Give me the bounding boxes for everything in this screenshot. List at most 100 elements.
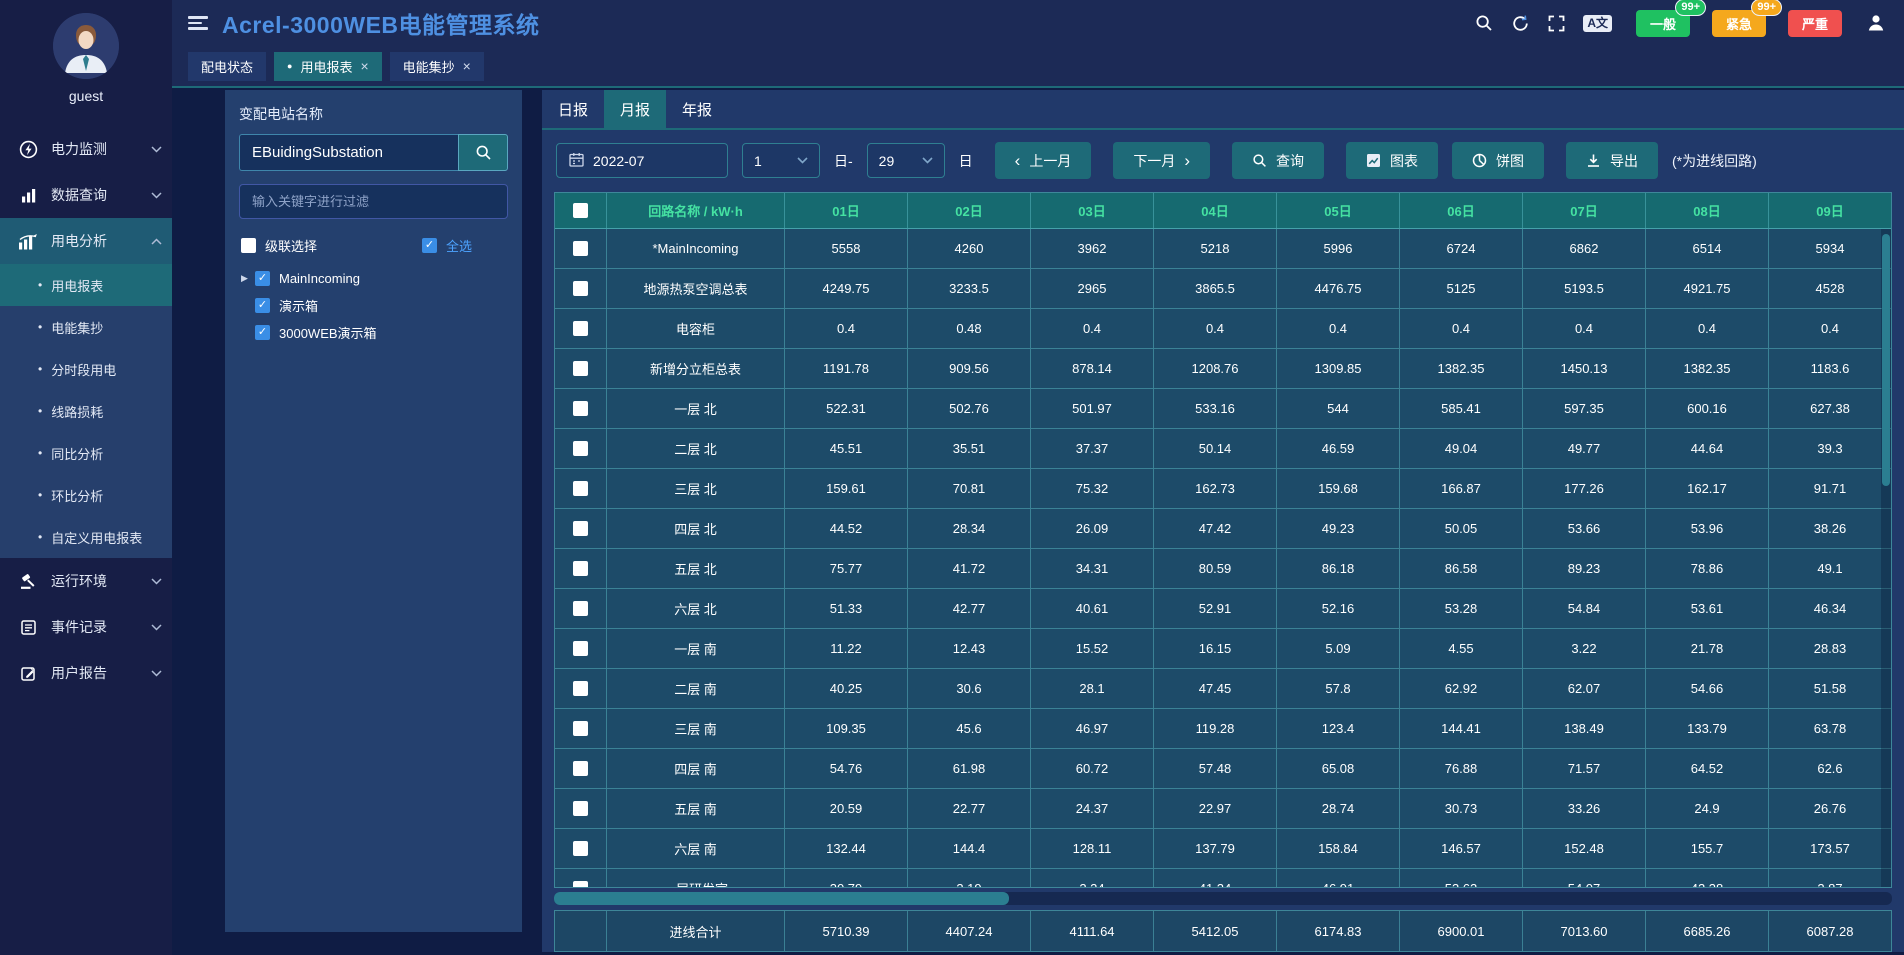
- sidebar-subitem-同比分析[interactable]: •同比分析: [0, 432, 172, 474]
- next-month-button[interactable]: 下一月 ›: [1113, 142, 1210, 179]
- cascade-checkbox[interactable]: [241, 238, 256, 253]
- vertical-scrollbar[interactable]: [1881, 229, 1891, 887]
- row-checkbox[interactable]: [573, 881, 588, 888]
- caret-right-icon[interactable]: ▶: [241, 273, 255, 284]
- report-tab-日报[interactable]: 日报: [542, 90, 604, 128]
- sidebar-item-运行环境[interactable]: 运行环境: [0, 558, 172, 604]
- sidebar-subitem-label: 电能集抄: [51, 318, 103, 337]
- row-checkbox[interactable]: [573, 721, 588, 736]
- value-cell: 52.16: [1277, 589, 1400, 628]
- tree-node-checkbox[interactable]: ✓: [255, 298, 270, 313]
- horizontal-scrollbar-thumb[interactable]: [554, 892, 1009, 905]
- select-all-checkbox[interactable]: ✓: [422, 238, 437, 253]
- row-checkbox-cell: [555, 469, 607, 508]
- horizontal-scrollbar[interactable]: [554, 892, 1892, 905]
- tree-node-checkbox[interactable]: ✓: [255, 271, 270, 286]
- fullscreen-icon[interactable]: [1548, 15, 1565, 32]
- station-search-input[interactable]: [239, 134, 458, 171]
- tree-node-checkbox[interactable]: ✓: [255, 325, 270, 340]
- row-checkbox[interactable]: [573, 401, 588, 416]
- row-checkbox[interactable]: [573, 521, 588, 536]
- value-cell: 70.81: [908, 469, 1031, 508]
- tree-node[interactable]: ▶✓MainIncoming: [239, 265, 508, 292]
- window-tab-label: 用电报表: [300, 57, 352, 76]
- row-checkbox[interactable]: [573, 641, 588, 656]
- report-tab-月报[interactable]: 月报: [604, 90, 666, 128]
- user-icon[interactable]: [1866, 13, 1886, 33]
- close-icon[interactable]: ×: [360, 59, 368, 73]
- vertical-scrollbar-thumb[interactable]: [1882, 234, 1890, 486]
- window-tab-配电状态[interactable]: 配电状态: [188, 52, 266, 81]
- row-checkbox[interactable]: [573, 321, 588, 336]
- row-checkbox[interactable]: [573, 441, 588, 456]
- export-button[interactable]: 导出: [1566, 142, 1658, 179]
- table-row: 五层 南20.5922.7724.3722.9728.7430.7333.262…: [555, 789, 1891, 829]
- day-header: 07日: [1523, 193, 1646, 228]
- table-row: 地源热泵空调总表4249.753233.529653865.54476.7551…: [555, 269, 1891, 309]
- row-checkbox[interactable]: [573, 241, 588, 256]
- sidebar-item-电力监测[interactable]: 电力监测: [0, 126, 172, 172]
- chart-button[interactable]: 图表: [1346, 142, 1438, 179]
- tree-filter-input[interactable]: [239, 184, 508, 219]
- sidebar-subitem-用电报表[interactable]: •用电报表: [0, 264, 172, 306]
- value-cell: 158.84: [1277, 829, 1400, 868]
- station-search-button[interactable]: [458, 134, 508, 171]
- report-tab-年报[interactable]: 年报: [666, 90, 728, 128]
- value-cell: 60.72: [1031, 749, 1154, 788]
- window-tab-用电报表[interactable]: ●用电报表×: [274, 52, 382, 81]
- row-checkbox-cell: [555, 429, 607, 468]
- window-tab-电能集抄[interactable]: 电能集抄×: [390, 52, 484, 81]
- tree-node[interactable]: ✓3000WEB演示箱: [239, 319, 508, 346]
- row-checkbox[interactable]: [573, 481, 588, 496]
- day-start-select[interactable]: 1: [742, 143, 820, 178]
- month-picker[interactable]: 2022-07: [556, 143, 728, 178]
- circuit-name-cell: 二层 南: [607, 669, 785, 708]
- chevron-down-icon: [922, 157, 933, 164]
- pie-label: 饼图: [1496, 151, 1524, 171]
- value-cell: 53.62: [1400, 869, 1523, 888]
- value-cell: 50.05: [1400, 509, 1523, 548]
- sidebar-subitem-分时段用电[interactable]: •分时段用电: [0, 348, 172, 390]
- row-checkbox[interactable]: [573, 561, 588, 576]
- alarm-button-一般[interactable]: 一般99+: [1636, 10, 1690, 37]
- row-checkbox[interactable]: [573, 681, 588, 696]
- query-button[interactable]: 查询: [1232, 142, 1324, 179]
- sidebar-item-用户报告[interactable]: 用户报告: [0, 650, 172, 696]
- row-checkbox[interactable]: [573, 281, 588, 296]
- tree-node[interactable]: ✓演示箱: [239, 292, 508, 319]
- value-cell: 166.87: [1400, 469, 1523, 508]
- sidebar-subitem-线路损耗[interactable]: •线路损耗: [0, 390, 172, 432]
- search-icon[interactable]: [1475, 14, 1493, 32]
- sidebar-item-事件记录[interactable]: 事件记录: [0, 604, 172, 650]
- alarm-button-严重[interactable]: 严重: [1788, 10, 1842, 37]
- day-end-select[interactable]: 29: [867, 143, 945, 178]
- value-cell: 173.57: [1769, 829, 1891, 868]
- avatar[interactable]: [53, 13, 119, 79]
- value-cell: 28.34: [908, 509, 1031, 548]
- sidebar-subitem-环比分析[interactable]: •环比分析: [0, 474, 172, 516]
- row-checkbox[interactable]: [573, 601, 588, 616]
- row-checkbox-cell: [555, 229, 607, 268]
- value-cell: 1382.35: [1646, 349, 1769, 388]
- sidebar-subitem-自定义用电报表[interactable]: •自定义用电报表: [0, 516, 172, 558]
- value-cell: 52.91: [1154, 589, 1277, 628]
- alarm-button-紧急[interactable]: 紧急99+: [1712, 10, 1766, 37]
- row-checkbox[interactable]: [573, 361, 588, 376]
- row-checkbox[interactable]: [573, 841, 588, 856]
- menu-toggle-icon[interactable]: [188, 16, 208, 30]
- sidebar-item-用电分析[interactable]: 用电分析: [0, 218, 172, 264]
- prev-month-button[interactable]: ‹ 上一月: [995, 142, 1092, 179]
- sidebar-item-数据查询[interactable]: 数据查询: [0, 172, 172, 218]
- value-cell: 4249.75: [785, 269, 908, 308]
- close-icon[interactable]: ×: [463, 59, 471, 73]
- sidebar-subitem-电能集抄[interactable]: •电能集抄: [0, 306, 172, 348]
- row-checkbox[interactable]: [573, 801, 588, 816]
- username: guest: [0, 88, 172, 104]
- pie-button[interactable]: 饼图: [1452, 142, 1544, 179]
- row-checkbox[interactable]: [573, 761, 588, 776]
- refresh-icon[interactable]: [1511, 14, 1530, 33]
- translate-icon[interactable]: A文: [1583, 15, 1612, 32]
- value-cell: 54.07: [1523, 869, 1646, 888]
- value-cell: 128.11: [1031, 829, 1154, 868]
- select-all-rows-checkbox[interactable]: [573, 203, 588, 218]
